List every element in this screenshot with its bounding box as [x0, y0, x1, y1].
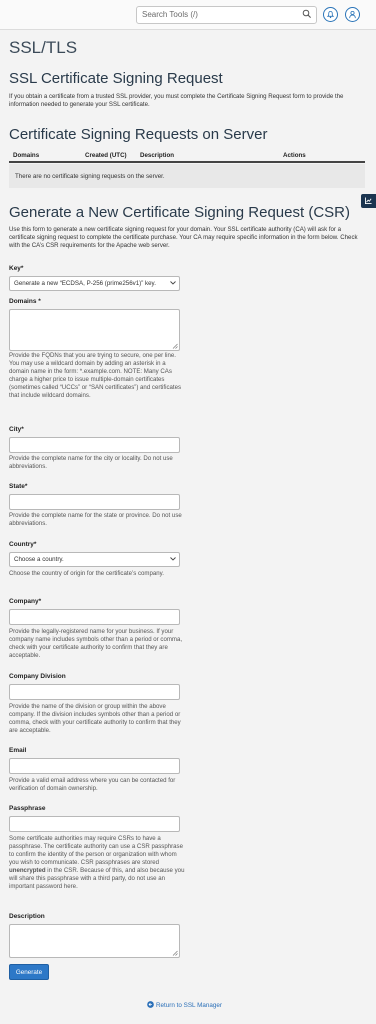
key-select[interactable]: Generate a new “ECDSA, P-256 (prime256v1…	[9, 276, 180, 291]
email-label: Email	[9, 747, 27, 754]
csr-table-header: Domains Created (UTC) Description Action…	[9, 148, 365, 163]
division-help: Provide the name of the division or grou…	[9, 703, 181, 734]
company-help: Provide the legally-registered name for …	[9, 628, 183, 659]
key-select-value: Generate a new “ECDSA, P-256 (prime256v1…	[14, 280, 156, 287]
domains-help: Provide the FQDNs that you are trying to…	[9, 352, 182, 399]
description-textarea[interactable]	[9, 924, 180, 958]
city-input[interactable]	[9, 437, 180, 453]
column-header-domains: Domains	[13, 152, 40, 159]
generate-button[interactable]: Generate	[9, 964, 49, 980]
passphrase-label: Passphrase	[9, 805, 46, 812]
notifications-button[interactable]	[323, 7, 338, 22]
resize-grip-icon[interactable]	[172, 950, 178, 956]
return-to-ssl-manager-link[interactable]: Return to SSL Manager	[147, 1001, 222, 1009]
generate-csr-intro: Use this form to generate a new certific…	[9, 226, 358, 249]
country-label: Country*	[9, 541, 37, 548]
city-help: Provide the complete name for the city o…	[9, 455, 173, 470]
csr-table-empty-row: There are no certificate signing request…	[9, 164, 365, 188]
country-help: Choose the country of origin for the cer…	[9, 570, 164, 577]
passphrase-help-text-1: Some certificate authorities may require…	[9, 835, 183, 866]
passphrase-input[interactable]	[9, 816, 180, 832]
description-label: Description	[9, 913, 45, 920]
resize-grip-icon[interactable]	[172, 343, 178, 349]
page-title: SSL/TLS	[9, 38, 78, 57]
column-header-actions: Actions	[283, 152, 306, 159]
email-input[interactable]	[9, 758, 180, 774]
empty-message: There are no certificate signing request…	[15, 173, 165, 180]
division-label: Company Division	[9, 673, 66, 680]
top-bar: Search Tools (/)	[0, 0, 376, 30]
return-link-label: Return to SSL Manager	[156, 1002, 222, 1009]
search-input[interactable]: Search Tools (/)	[136, 6, 317, 24]
arrow-left-circle-icon	[147, 1001, 154, 1008]
csr-intro-text: If you obtain a certificate from a trust…	[9, 93, 344, 108]
key-label: Key*	[9, 265, 24, 272]
passphrase-help-emphasis: unencrypted	[9, 867, 46, 874]
country-select[interactable]: Choose a country.	[9, 552, 180, 567]
server-csrs-heading: Certificate Signing Requests on Server	[9, 126, 268, 143]
division-input[interactable]	[9, 684, 180, 700]
user-menu-button[interactable]	[345, 7, 360, 22]
domains-textarea[interactable]	[9, 309, 180, 351]
column-header-description: Description	[140, 152, 175, 159]
analytics-side-tab[interactable]	[361, 194, 376, 208]
search-placeholder: Search Tools (/)	[142, 10, 198, 19]
user-icon	[349, 10, 356, 19]
chart-icon	[365, 197, 372, 204]
csr-section-heading: SSL Certificate Signing Request	[9, 70, 223, 87]
state-label: State*	[9, 483, 28, 490]
chevron-down-icon	[170, 557, 176, 561]
column-header-created: Created (UTC)	[85, 152, 127, 159]
chevron-down-icon	[170, 281, 176, 285]
generate-csr-heading: Generate a New Certificate Signing Reque…	[9, 204, 350, 221]
state-help: Provide the complete name for the state …	[9, 512, 182, 527]
email-help: Provide a valid email address where you …	[9, 777, 176, 792]
search-icon	[302, 9, 311, 18]
bell-icon	[326, 10, 335, 19]
company-input[interactable]	[9, 609, 180, 625]
domains-label: Domains *	[9, 298, 41, 305]
city-label: City*	[9, 426, 24, 433]
country-select-value: Choose a country.	[14, 556, 64, 563]
state-input[interactable]	[9, 494, 180, 510]
passphrase-help: Some certificate authorities may require…	[9, 835, 187, 891]
company-label: Company*	[9, 598, 42, 605]
